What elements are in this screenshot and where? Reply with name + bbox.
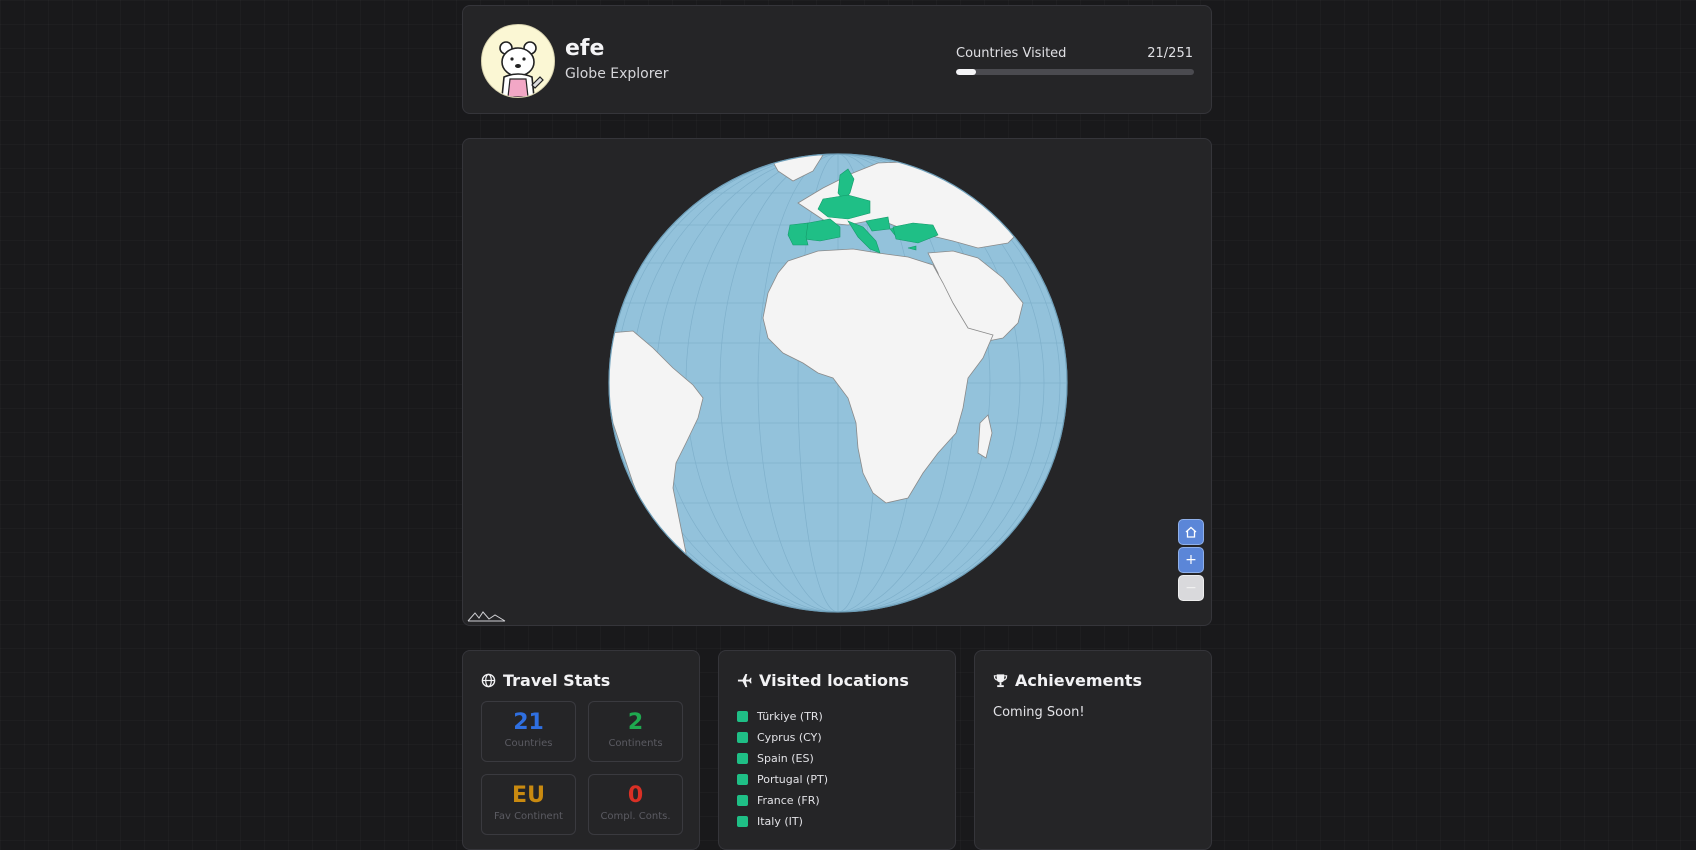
- home-icon: [1185, 526, 1197, 538]
- list-item[interactable]: Portugal (PT): [737, 769, 828, 790]
- achievements-message: Coming Soon!: [993, 705, 1085, 720]
- zoom-in-button[interactable]: +: [1178, 547, 1204, 573]
- zoom-out-button[interactable]: −: [1178, 575, 1204, 601]
- location-swatch: [737, 732, 748, 743]
- location-name: Italy (IT): [757, 815, 803, 828]
- countries-progress-bar: [956, 69, 1194, 75]
- achievements-header: Achievements: [993, 671, 1142, 690]
- stat-label: Countries: [504, 738, 553, 749]
- location-swatch: [737, 795, 748, 806]
- visited-locations-list: Türkiye (TR) Cyprus (CY) Spain (ES) Port…: [737, 706, 828, 832]
- stat-value: 21: [513, 710, 544, 735]
- globe-map[interactable]: [608, 153, 1068, 613]
- profile-card: efe Globe Explorer Countries Visited 21/…: [462, 5, 1212, 114]
- stat-countries: 21 Countries: [481, 701, 576, 762]
- location-name: Cyprus (CY): [757, 731, 822, 744]
- stat-continents: 2 Continents: [588, 701, 683, 762]
- reset-view-button[interactable]: [1178, 519, 1204, 545]
- plane-icon: [737, 673, 752, 688]
- stat-label: Fav Continent: [494, 811, 563, 822]
- location-swatch: [737, 774, 748, 785]
- visited-locations-card: Visited locations Türkiye (TR) Cyprus (C…: [718, 650, 956, 850]
- travel-stats-title: Travel Stats: [503, 671, 611, 690]
- location-swatch: [737, 816, 748, 827]
- achievements-title: Achievements: [1015, 671, 1142, 690]
- location-name: Türkiye (TR): [757, 710, 823, 723]
- globe-map-card: + −: [462, 138, 1212, 626]
- stat-label: Compl. Conts.: [600, 811, 671, 822]
- trophy-icon: [993, 674, 1008, 688]
- location-swatch: [737, 711, 748, 722]
- list-item[interactable]: Italy (IT): [737, 811, 828, 832]
- location-name: France (FR): [757, 794, 820, 807]
- list-item[interactable]: Spain (ES): [737, 748, 828, 769]
- countries-visited-label: Countries Visited: [956, 46, 1067, 61]
- visited-locations-title: Visited locations: [759, 671, 909, 690]
- travel-stats-card: Travel Stats 21 Countries 2 Continents E…: [462, 650, 700, 850]
- visited-locations-header: Visited locations: [737, 671, 909, 690]
- stat-value: 0: [627, 783, 644, 808]
- stat-value: EU: [512, 783, 545, 808]
- list-item[interactable]: Türkiye (TR): [737, 706, 828, 727]
- stat-completed-continents: 0 Compl. Conts.: [588, 774, 683, 835]
- user-title: Globe Explorer: [565, 66, 669, 82]
- username: efe: [565, 36, 605, 61]
- stat-fav-continent: EU Fav Continent: [481, 774, 576, 835]
- location-name: Portugal (PT): [757, 773, 828, 786]
- map-logo-icon: [467, 611, 506, 622]
- countries-progress-fill: [956, 69, 976, 75]
- location-swatch: [737, 753, 748, 764]
- achievements-card: Achievements Coming Soon!: [974, 650, 1212, 850]
- list-item[interactable]: France (FR): [737, 790, 828, 811]
- location-name: Spain (ES): [757, 752, 814, 765]
- travel-stats-header: Travel Stats: [481, 671, 610, 690]
- polar-bear-avatar-icon: [499, 41, 544, 97]
- globe-icon: [481, 673, 496, 688]
- list-item[interactable]: Cyprus (CY): [737, 727, 828, 748]
- countries-visited-count: 21/251: [1147, 46, 1193, 61]
- stat-label: Continents: [608, 738, 663, 749]
- avatar[interactable]: [481, 24, 555, 98]
- stat-value: 2: [627, 710, 644, 735]
